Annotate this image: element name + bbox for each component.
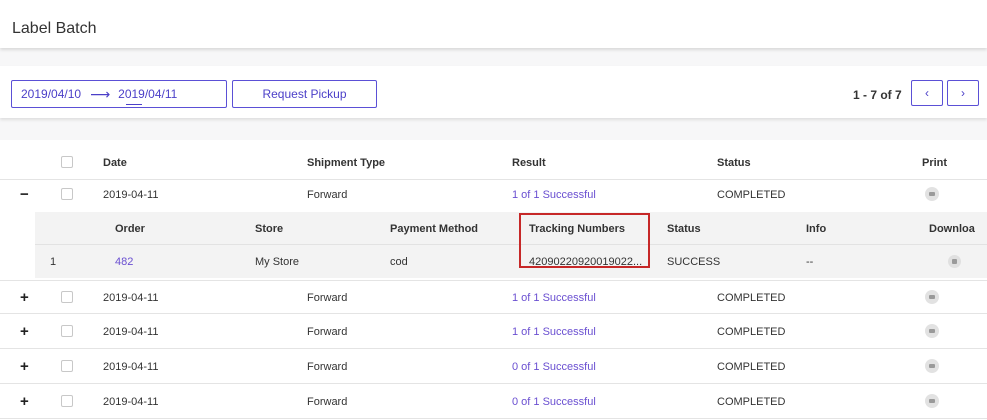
row-checkbox[interactable] (61, 395, 73, 407)
row-shipment-type: Forward (307, 361, 348, 373)
date-range-picker[interactable]: 2019/04/10 ⟶ 2019/04/11 (11, 80, 227, 108)
arrow-right-icon: ⟶ (90, 85, 111, 102)
col-result: Result (512, 157, 546, 169)
row-date: 2019-04-11 (103, 361, 159, 373)
date-range-underline (126, 104, 142, 105)
sub-row-index: 1 (50, 256, 57, 268)
col-shipment-type: Shipment Type (307, 157, 386, 169)
sub-row-info: -- (806, 256, 814, 268)
row-result-link[interactable]: 0 of 1 Successful (512, 396, 596, 408)
sub-row-payment: cod (390, 256, 408, 268)
row-checkbox[interactable] (61, 360, 73, 372)
expand-row-icon[interactable]: + (20, 358, 29, 375)
col-date: Date (103, 157, 127, 169)
row-date: 2019-04-11 (103, 292, 159, 304)
sub-col-info: Info (806, 223, 827, 235)
printer-icon[interactable] (925, 324, 939, 338)
expand-row-icon[interactable]: + (20, 323, 29, 340)
chevron-left-icon: ‹ (925, 86, 929, 100)
col-status: Status (717, 157, 751, 169)
sub-col-download: Downloa (929, 223, 975, 235)
subtable-header-row: Order Store Payment Method Tracking Numb… (35, 212, 987, 245)
row-date: 2019-04-11 (103, 396, 159, 408)
request-pickup-button[interactable]: Request Pickup (232, 80, 377, 108)
expand-row-icon[interactable]: + (20, 393, 29, 410)
row-status: COMPLETED (717, 292, 786, 304)
row-result-link[interactable]: 1 of 1 Successful (512, 189, 596, 201)
row-result-link[interactable]: 0 of 1 Successful (512, 361, 596, 373)
row-checkbox[interactable] (61, 325, 73, 337)
table-row[interactable]: + 2019-04-11 Forward 1 of 1 Successful C… (0, 280, 987, 314)
download-icon[interactable] (948, 255, 961, 268)
page-title: Label Batch (12, 20, 97, 37)
page-header: Label Batch (0, 0, 987, 48)
row-status: COMPLETED (717, 396, 786, 408)
toolbar: 2019/04/10 ⟶ 2019/04/11 Request Pickup 1… (0, 66, 987, 118)
row-shipment-type: Forward (307, 189, 348, 201)
table-row[interactable]: + 2019-04-11 Forward 1 of 1 Successful C… (0, 315, 987, 349)
tracking-numbers-highlight (519, 213, 650, 268)
row-shipment-type: Forward (307, 326, 348, 338)
subtable-row: 1 482 My Store cod 42090220920019022... … (35, 245, 987, 278)
sub-col-payment: Payment Method (390, 223, 479, 235)
printer-icon[interactable] (925, 394, 939, 408)
sub-col-order: Order (115, 223, 145, 235)
table-row[interactable]: + 2019-04-11 Forward 0 of 1 Successful C… (0, 350, 987, 384)
prev-page-button[interactable]: ‹ (911, 80, 943, 106)
chevron-right-icon: › (961, 86, 965, 100)
row-date: 2019-04-11 (103, 189, 159, 201)
table-header-row: Date Shipment Type Result Status Print (0, 146, 987, 180)
printer-icon[interactable] (925, 290, 939, 304)
row-checkbox[interactable] (61, 291, 73, 303)
date-to[interactable]: 2019/04/11 (118, 87, 177, 101)
printer-icon[interactable] (925, 359, 939, 373)
col-print: Print (922, 157, 948, 169)
row-shipment-type: Forward (307, 292, 348, 304)
order-subtable: Order Store Payment Method Tracking Numb… (35, 212, 987, 278)
date-from[interactable]: 2019/04/10 (21, 87, 81, 101)
row-shipment-type: Forward (307, 396, 348, 408)
pagination-summary: 1 - 7 of 7 (853, 88, 902, 102)
order-link[interactable]: 482 (115, 256, 133, 268)
row-result-link[interactable]: 1 of 1 Successful (512, 292, 596, 304)
row-result-link[interactable]: 1 of 1 Successful (512, 326, 596, 338)
expand-row-icon[interactable]: + (20, 289, 29, 306)
sub-row-status: SUCCESS (667, 256, 721, 268)
row-status: COMPLETED (717, 361, 786, 373)
row-checkbox[interactable] (61, 188, 73, 200)
sub-col-status: Status (667, 223, 701, 235)
collapse-row-icon[interactable]: − (20, 186, 29, 203)
row-date: 2019-04-11 (103, 326, 159, 338)
printer-icon[interactable] (925, 187, 939, 201)
select-all-checkbox[interactable] (61, 156, 73, 168)
row-status: COMPLETED (717, 326, 786, 338)
table-row[interactable]: − 2019-04-11 Forward 1 of 1 Successful C… (0, 178, 987, 212)
batch-table: Date Shipment Type Result Status Print −… (0, 140, 987, 420)
next-page-button[interactable]: › (947, 80, 979, 106)
row-status: COMPLETED (717, 189, 786, 201)
sub-col-store: Store (255, 223, 284, 235)
table-row[interactable]: + 2019-04-11 Forward 0 of 1 Successful C… (0, 385, 987, 419)
sub-row-store: My Store (255, 256, 300, 268)
